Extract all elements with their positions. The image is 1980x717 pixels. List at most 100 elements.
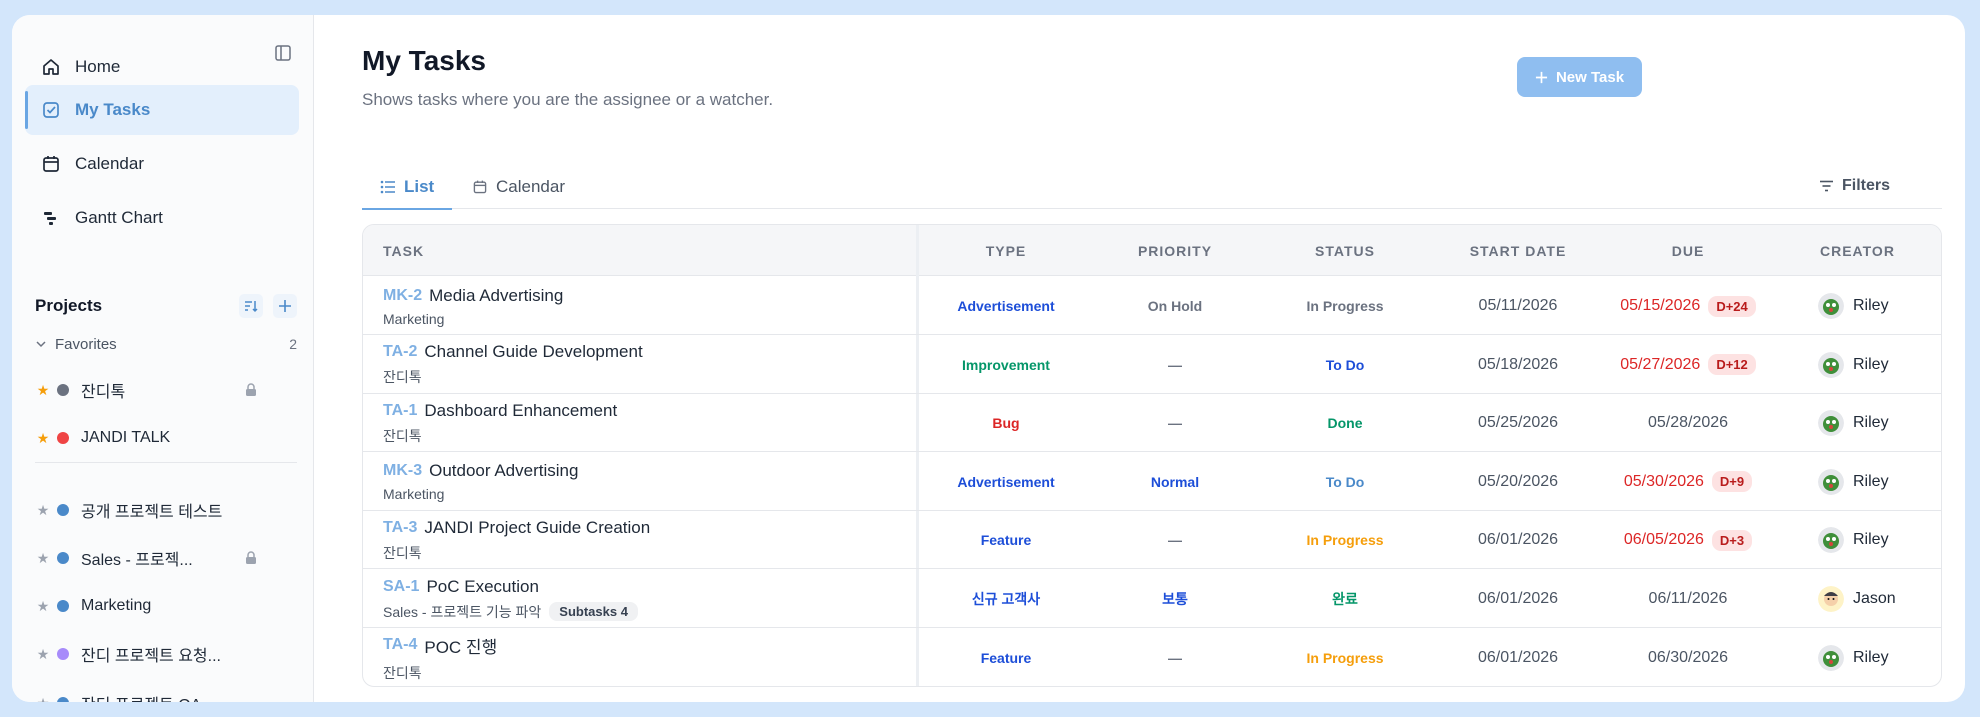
task-priority[interactable]: — xyxy=(1093,511,1257,569)
task-cell[interactable]: TA-2 Channel Guide Development 잔디톡 xyxy=(383,336,903,394)
table-row[interactable]: TA-4 POC 진행 잔디톡 Feature — In Progress 06/01/20… xyxy=(363,629,1941,686)
star-icon[interactable]: ★ xyxy=(35,646,51,663)
favorites-group-toggle[interactable]: Favorites 2 xyxy=(35,331,297,357)
task-name[interactable]: Dashboard Enhancement xyxy=(424,401,617,421)
task-key[interactable]: MK-3 xyxy=(383,462,422,480)
nav-gantt-chart[interactable]: Gantt Chart xyxy=(25,193,299,243)
task-start-date[interactable]: 06/01/2026 xyxy=(1433,570,1603,628)
task-due[interactable]: 06/11/2026 xyxy=(1603,570,1773,628)
filters-button[interactable]: Filters xyxy=(1819,173,1890,199)
task-creator[interactable]: Riley xyxy=(1818,629,1938,686)
task-start-date[interactable]: 05/20/2026 xyxy=(1433,453,1603,511)
task-due[interactable]: 06/30/2026 xyxy=(1603,629,1773,686)
add-project-button[interactable] xyxy=(273,294,297,318)
task-cell[interactable]: MK-3 Outdoor Advertising Marketing xyxy=(383,453,903,511)
task-status[interactable]: Done xyxy=(1257,394,1433,452)
column-header-priority[interactable]: PRIORITY xyxy=(1093,225,1257,276)
task-due[interactable]: 05/30/2026 D+9 xyxy=(1603,453,1773,511)
task-priority[interactable]: — xyxy=(1093,629,1257,686)
task-key[interactable]: SA-1 xyxy=(383,578,419,596)
task-status[interactable]: In Progress xyxy=(1257,511,1433,569)
star-icon[interactable]: ★ xyxy=(35,430,51,447)
task-priority[interactable]: On Hold xyxy=(1093,277,1257,335)
task-status[interactable]: In Progress xyxy=(1257,277,1433,335)
sidebar-collapse-icon[interactable] xyxy=(274,44,292,62)
star-icon[interactable]: ★ xyxy=(35,695,51,703)
project-item[interactable]: ★ JANDI TALK xyxy=(35,418,297,458)
task-creator[interactable]: Riley xyxy=(1818,394,1938,452)
task-cell[interactable]: SA-1 PoC Execution Sales - 프로젝트 기능 파악 Subta… xyxy=(383,570,903,628)
task-name[interactable]: PoC Execution xyxy=(426,577,538,597)
table-row[interactable]: SA-1 PoC Execution Sales - 프로젝트 기능 파악 Subta… xyxy=(363,570,1941,628)
table-row[interactable]: TA-2 Channel Guide Development 잔디톡 Improvem… xyxy=(363,336,1941,394)
nav-calendar[interactable]: Calendar xyxy=(25,139,299,189)
star-icon[interactable]: ★ xyxy=(35,382,51,399)
task-status[interactable]: To Do xyxy=(1257,336,1433,394)
tab-list[interactable]: List xyxy=(362,165,453,210)
task-cell[interactable]: MK-2 Media Advertising Marketing xyxy=(383,277,903,335)
column-header-due[interactable]: DUE xyxy=(1603,225,1773,276)
column-header-status[interactable]: STATUS xyxy=(1257,225,1433,276)
task-priority[interactable]: — xyxy=(1093,394,1257,452)
task-key[interactable]: TA-4 xyxy=(383,636,417,654)
task-type[interactable]: 신규 고객사 xyxy=(919,570,1093,628)
star-icon[interactable]: ★ xyxy=(35,598,51,615)
subtasks-badge[interactable]: Subtasks 4 xyxy=(549,602,638,621)
nav-my-tasks[interactable]: My Tasks xyxy=(25,85,299,135)
project-item[interactable]: ★ Sales - 프로젝... xyxy=(35,538,297,578)
task-status[interactable]: 완료 xyxy=(1257,570,1433,628)
table-row[interactable]: TA-1 Dashboard Enhancement 잔디톡 Bug — Done 05/2… xyxy=(363,394,1941,453)
column-header-type[interactable]: TYPE xyxy=(919,225,1093,276)
tab-calendar[interactable]: Calendar xyxy=(472,165,565,209)
task-type[interactable]: Feature xyxy=(919,511,1093,569)
task-start-date[interactable]: 06/01/2026 xyxy=(1433,629,1603,686)
task-due[interactable]: 05/15/2026 D+24 xyxy=(1603,277,1773,335)
new-task-button[interactable]: New Task xyxy=(1517,57,1642,97)
task-status[interactable]: In Progress xyxy=(1257,629,1433,686)
star-icon[interactable]: ★ xyxy=(35,550,51,567)
task-due[interactable]: 05/27/2026 D+12 xyxy=(1603,336,1773,394)
column-header-creator[interactable]: CREATOR xyxy=(1820,225,1895,276)
task-type[interactable]: Advertisement xyxy=(919,453,1093,511)
star-icon[interactable]: ★ xyxy=(35,502,51,519)
task-due[interactable]: 06/05/2026 D+3 xyxy=(1603,511,1773,569)
task-name[interactable]: Outdoor Advertising xyxy=(429,461,578,481)
table-row[interactable]: TA-3 JANDI Project Guide Creation 잔디톡 Featu… xyxy=(363,511,1941,570)
task-type[interactable]: Feature xyxy=(919,629,1093,686)
project-item[interactable]: ★ 잔디 프로젝트 요청... xyxy=(35,634,297,674)
column-header-start-date[interactable]: START DATE xyxy=(1433,225,1603,276)
task-cell[interactable]: TA-4 POC 진행 잔디톡 xyxy=(383,629,903,686)
task-priority[interactable]: 보통 xyxy=(1093,570,1257,628)
task-priority[interactable]: — xyxy=(1093,336,1257,394)
task-name[interactable]: JANDI Project Guide Creation xyxy=(424,518,650,538)
task-priority[interactable]: Normal xyxy=(1093,453,1257,511)
task-creator[interactable]: Riley xyxy=(1818,277,1938,335)
sort-projects-button[interactable] xyxy=(239,294,263,318)
task-cell[interactable]: TA-1 Dashboard Enhancement 잔디톡 xyxy=(383,394,903,452)
task-cell[interactable]: TA-3 JANDI Project Guide Creation 잔디톡 xyxy=(383,511,903,569)
task-start-date[interactable]: 05/25/2026 xyxy=(1433,394,1603,452)
project-item[interactable]: ★ Marketing xyxy=(35,586,297,626)
table-row[interactable]: MK-3 Outdoor Advertising Marketing Advertis… xyxy=(363,453,1941,511)
project-item[interactable]: ★ 공개 프로젝트 테스트 xyxy=(35,490,297,530)
task-type[interactable]: Advertisement xyxy=(919,277,1093,335)
task-key[interactable]: TA-3 xyxy=(383,519,417,537)
task-start-date[interactable]: 05/18/2026 xyxy=(1433,336,1603,394)
task-creator[interactable]: Riley xyxy=(1818,453,1938,511)
task-due[interactable]: 05/28/2026 xyxy=(1603,394,1773,452)
task-key[interactable]: MK-2 xyxy=(383,287,422,305)
task-status[interactable]: To Do xyxy=(1257,453,1433,511)
task-type[interactable]: Improvement xyxy=(919,336,1093,394)
task-creator[interactable]: Riley xyxy=(1818,511,1938,569)
task-start-date[interactable]: 06/01/2026 xyxy=(1433,511,1603,569)
column-header-task[interactable]: TASK xyxy=(383,225,424,276)
task-creator[interactable]: Riley xyxy=(1818,336,1938,394)
project-item[interactable]: ★ 잔디 프로젝트 QA xyxy=(35,683,297,702)
task-key[interactable]: TA-1 xyxy=(383,402,417,420)
task-name[interactable]: POC 진행 xyxy=(424,633,497,658)
task-type[interactable]: Bug xyxy=(919,394,1093,452)
project-item[interactable]: ★ 잔디톡 xyxy=(35,370,297,410)
task-creator[interactable]: Jason xyxy=(1818,570,1938,628)
table-row[interactable]: MK-2 Media Advertising Marketing Advertisem… xyxy=(363,277,1941,335)
task-key[interactable]: TA-2 xyxy=(383,343,417,361)
